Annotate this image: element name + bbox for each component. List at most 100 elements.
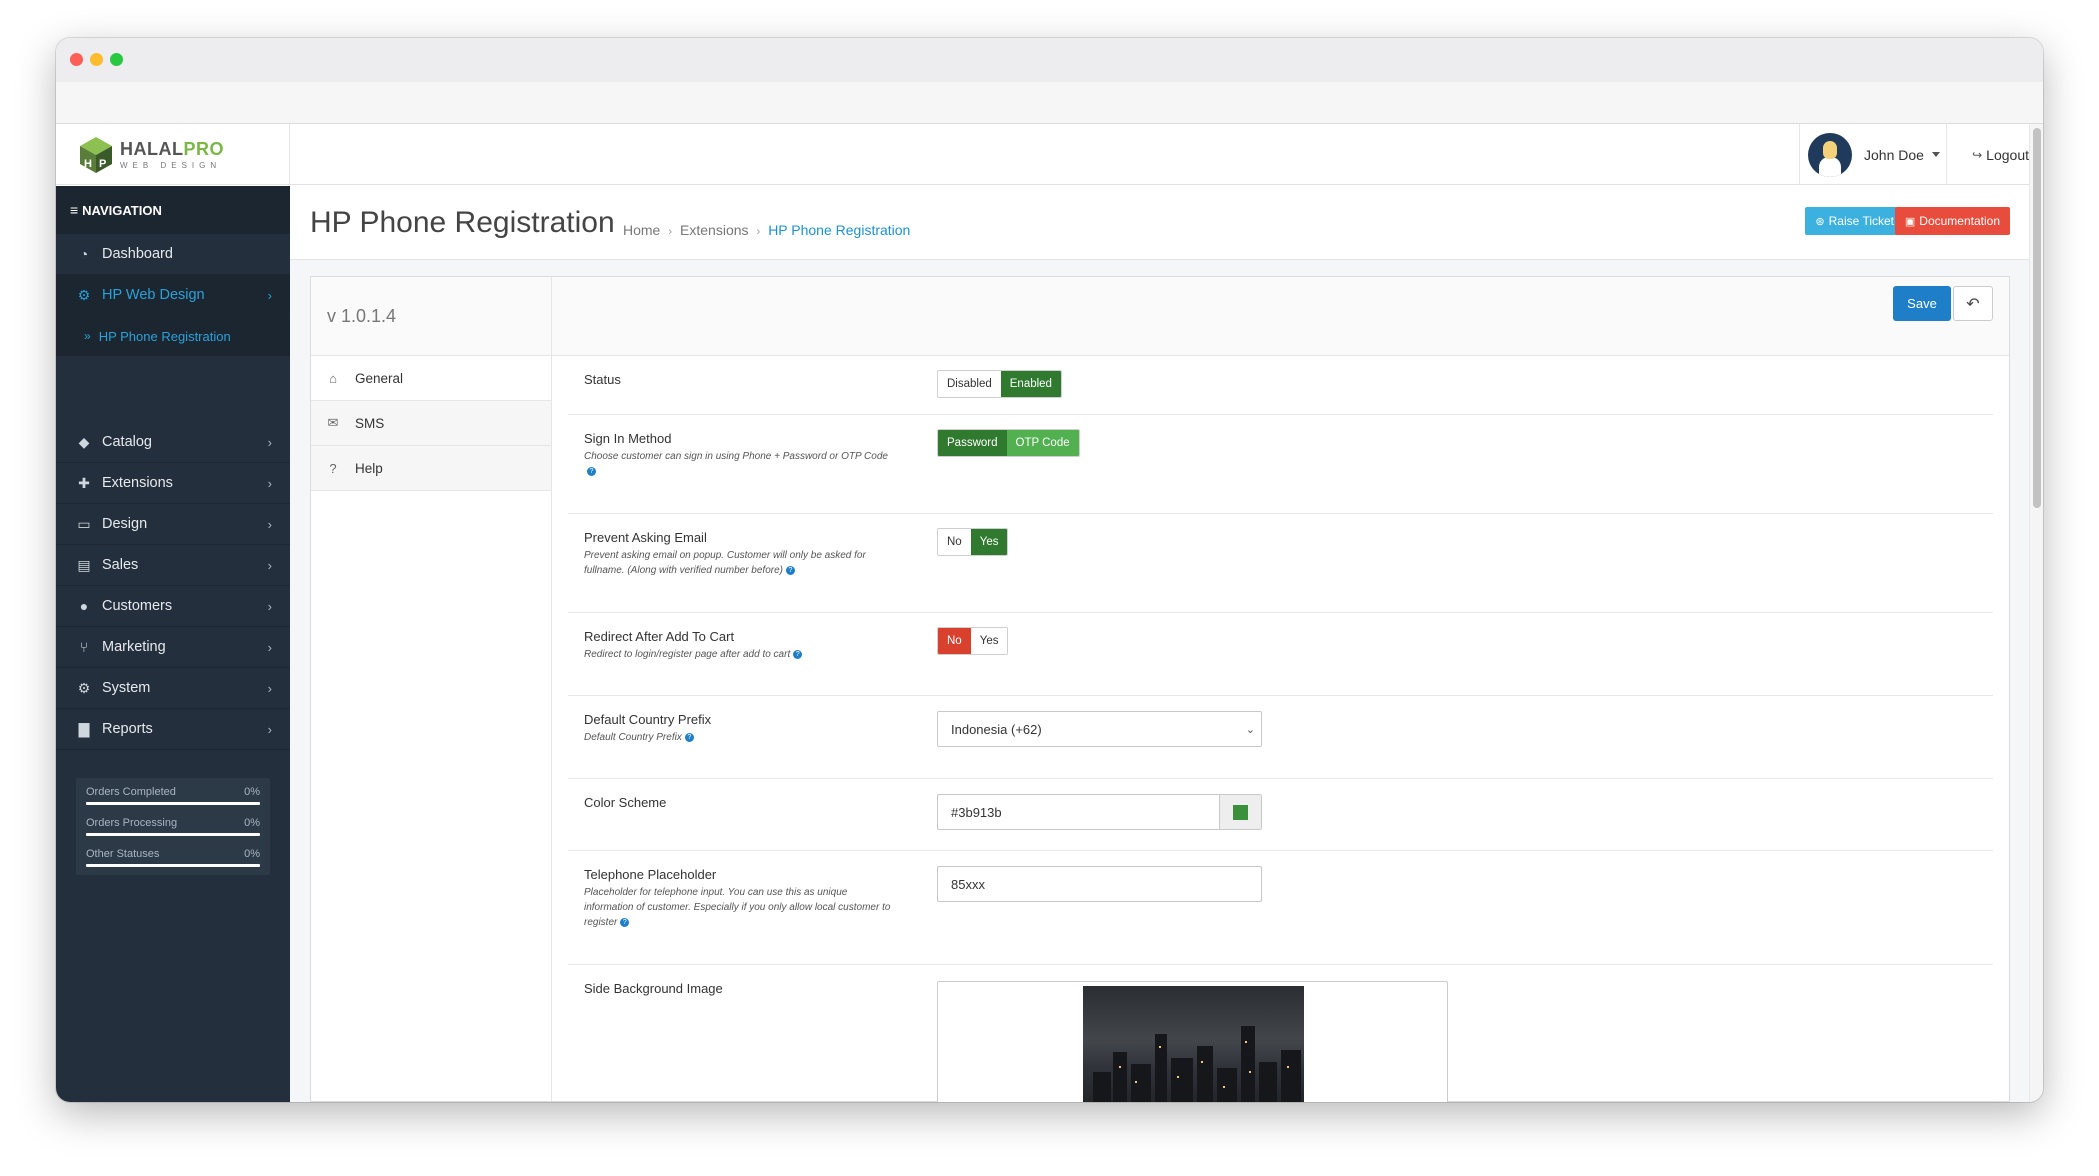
documentation-button[interactable]: ▣ Documentation: [1894, 207, 2010, 235]
question-circle-icon: ?: [329, 460, 337, 476]
prevent-email-label: Prevent Asking Email: [584, 530, 707, 545]
stat-label: Other Statuses: [86, 848, 160, 860]
prevent-email-yes-option[interactable]: Yes: [970, 529, 1008, 555]
info-icon: ?: [785, 565, 795, 575]
minimize-window-button[interactable]: [90, 53, 103, 66]
chevron-right-icon: ›: [267, 557, 272, 573]
tags-icon: ◆: [78, 433, 90, 450]
nav-spacer: [56, 356, 290, 422]
status-enabled-option[interactable]: Enabled: [1000, 371, 1061, 397]
info-icon: ?: [684, 732, 694, 742]
chevron-right-icon: ›: [267, 475, 272, 491]
breadcrumb-extensions[interactable]: Extensions: [680, 222, 748, 238]
help-text: Choose customer can sign in using Phone …: [584, 451, 888, 462]
panel-toolbar: Save ↶: [552, 277, 2009, 356]
scrollbar-thumb[interactable]: [2033, 128, 2041, 508]
form-row-country-prefix: Default Country Prefix Default Country P…: [568, 696, 1993, 779]
sidebar-subitem-hp-phone-registration[interactable]: » HP Phone Registration: [56, 316, 290, 356]
city-skyline-image: [1083, 986, 1304, 1102]
prevent-email-no-option[interactable]: No: [938, 529, 971, 555]
sidebar-item-design[interactable]: ▭ Design ›: [56, 504, 290, 545]
sign-in-otp-option[interactable]: OTP Code: [1006, 430, 1079, 456]
logo-title: HALALPRO: [120, 139, 225, 159]
stat-progress-bar: [86, 833, 260, 836]
sign-out-icon: ↪: [1972, 147, 1983, 162]
breadcrumb-separator-icon: ›: [756, 226, 761, 238]
chevron-down-icon: ⌄: [1245, 723, 1255, 736]
form-row-side-background: Side Background Image: [568, 965, 1993, 1102]
telephone-placeholder-help: Placeholder for telephone input. You can…: [584, 885, 894, 930]
info-icon: ?: [793, 649, 803, 659]
sign-in-password-option[interactable]: Password: [938, 430, 1007, 456]
stat-orders-completed: Orders Completed 0%: [86, 786, 260, 805]
country-prefix-value: Indonesia (+62): [951, 721, 1042, 737]
color-scheme-value: #3b913b: [951, 804, 1002, 820]
sidebar-item-hp-web-design[interactable]: ⚙ HP Web Design ›: [56, 275, 290, 316]
form-row-prevent-email: Prevent Asking Email Prevent asking emai…: [568, 514, 1993, 613]
tab-general[interactable]: ⌂ General: [311, 356, 551, 401]
bar-chart-icon: ▇: [78, 720, 90, 737]
logo[interactable]: H P HALALPRO WEB DESIGN: [56, 124, 290, 185]
sidebar-item-reports[interactable]: ▇ Reports ›: [56, 709, 290, 750]
sidebar-item-label: Customers: [102, 598, 173, 614]
page-scrollbar[interactable]: [2029, 124, 2043, 1102]
color-scheme-input[interactable]: #3b913b: [937, 794, 1262, 830]
raise-ticket-button[interactable]: ⊛ Raise Ticket: [1805, 207, 1904, 235]
zoom-window-button[interactable]: [110, 53, 123, 66]
svg-text:H: H: [84, 158, 92, 170]
breadcrumb-current[interactable]: HP Phone Registration: [768, 222, 910, 238]
breadcrumb-separator-icon: ›: [668, 226, 673, 238]
nav-header: ≡ NAVIGATION: [56, 186, 290, 234]
tab-sms[interactable]: ✉ SMS: [311, 401, 551, 446]
country-prefix-help: Default Country Prefix?: [584, 730, 894, 745]
sidebar-item-catalog[interactable]: ◆ Catalog ›: [56, 422, 290, 463]
prevent-email-toggle: No Yes: [937, 528, 1009, 556]
sidebar-item-dashboard[interactable]: ◔ Dashboard: [56, 234, 290, 275]
sidebar-item-sales[interactable]: ▤ Sales ›: [56, 545, 290, 586]
cart-icon: ▤: [77, 556, 91, 573]
stat-label: Orders Completed: [86, 786, 176, 798]
sidebar-item-label: Extensions: [102, 475, 173, 491]
tab-label: Help: [355, 460, 383, 476]
logout-link[interactable]: ↪ Logout: [1972, 124, 2029, 185]
telephone-placeholder-input[interactable]: 85xxx: [937, 866, 1262, 902]
chevron-right-icon: ›: [267, 598, 272, 614]
side-background-image-picker[interactable]: [937, 981, 1448, 1102]
browser-window: H P HALALPRO WEB DESIGN John Doe ↪ Logou: [56, 38, 2043, 1102]
sidebar-item-extensions[interactable]: ✚ Extensions ›: [56, 463, 290, 504]
back-button[interactable]: ↶: [1953, 286, 1993, 321]
sidebar-item-label: Catalog: [102, 434, 152, 450]
color-scheme-label: Color Scheme: [584, 795, 667, 810]
main-content: HP Phone Registration Home › Extensions › HP…: [290, 186, 2029, 1102]
close-window-button[interactable]: [70, 53, 83, 66]
tab-help[interactable]: ? Help: [311, 446, 551, 491]
sidebar-item-marketing[interactable]: ⑂ Marketing ›: [56, 627, 290, 668]
form-row-redirect: Redirect After Add To Cart Redirect to l…: [568, 613, 1993, 696]
chevron-right-icon: ›: [267, 516, 272, 532]
help-text: Placeholder for telephone input. You can…: [584, 887, 891, 928]
save-button[interactable]: Save: [1893, 286, 1951, 321]
settings-tabs: ⌂ General ✉ SMS ? Help: [311, 356, 552, 1101]
country-prefix-select[interactable]: Indonesia (+62) ⌄: [937, 711, 1262, 747]
stat-label: Orders Processing: [86, 817, 178, 829]
chevron-right-icon: ›: [267, 680, 272, 696]
title-bar: [56, 38, 2043, 82]
color-picker-button[interactable]: [1219, 795, 1261, 829]
bars-icon: ≡: [70, 202, 79, 218]
logout-label: Logout: [1986, 146, 2029, 163]
admin-app: H P HALALPRO WEB DESIGN John Doe ↪ Logou: [56, 124, 2043, 1102]
avatar: [1808, 132, 1852, 177]
browser-toolbar: [56, 82, 2043, 124]
redirect-no-option[interactable]: No: [938, 628, 971, 654]
sidebar-item-customers[interactable]: ● Customers ›: [56, 586, 290, 627]
user-menu[interactable]: John Doe: [1799, 124, 1947, 185]
user-name: John Doe: [1864, 146, 1924, 163]
breadcrumb-home[interactable]: Home: [623, 222, 660, 238]
chevron-right-icon: ›: [267, 434, 272, 450]
sidebar-item-label: Reports: [102, 721, 153, 737]
sidebar-item-system[interactable]: ⚙ System ›: [56, 668, 290, 709]
status-disabled-option[interactable]: Disabled: [938, 371, 1001, 397]
stat-value: 0%: [244, 786, 260, 798]
redirect-yes-option[interactable]: Yes: [970, 628, 1008, 654]
prevent-email-help: Prevent asking email on popup. Customer …: [584, 548, 894, 578]
